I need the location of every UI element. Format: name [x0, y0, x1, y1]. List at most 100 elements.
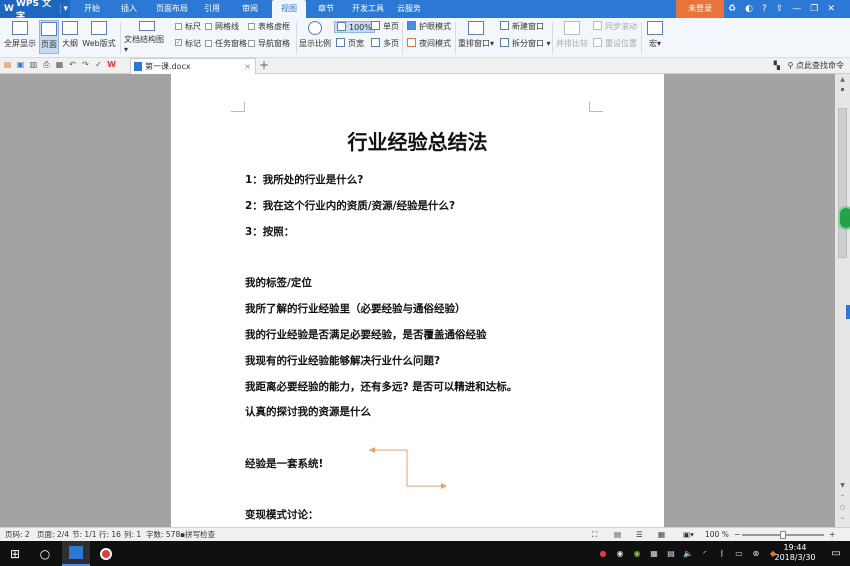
record-tray-icon[interactable]: ●	[598, 549, 608, 558]
help-icon[interactable]: ?	[762, 4, 767, 14]
fullscreen-button[interactable]: 全屏显示	[3, 20, 37, 54]
zoom-out-icon[interactable]: −	[734, 528, 740, 541]
vertical-scrollbar[interactable]: ▲ ▪ ▼ ⌃ ○ ⌄	[835, 74, 850, 527]
close-tab-icon[interactable]: ×	[244, 59, 251, 74]
scroll-down-icon[interactable]: ▼	[838, 482, 847, 490]
spellcheck-toggle[interactable]: ▪拼写检查	[180, 528, 215, 541]
scroll-thumb-top-icon[interactable]: ▪	[838, 86, 847, 94]
zoom-ratio-button[interactable]: 显示比例	[299, 20, 331, 54]
nav-pane-checkbox[interactable]: 导航窗格	[248, 38, 290, 49]
menu-bar: W WPS 文字 ▾ 开始 插入 页面布局 引用 审阅 视图 章节 开发工具 云…	[0, 0, 850, 22]
document-page[interactable]: 行业经验总结法 1：我所处的行业是什么? 2：我在这个行业内的资质/资源/经验是…	[171, 74, 664, 527]
new-window-button[interactable]: 新建窗口	[500, 21, 544, 32]
close-icon[interactable]: ✕	[827, 4, 835, 14]
gridlines-checkbox[interactable]: 网格线	[205, 21, 239, 32]
tab-insert[interactable]: 插入	[117, 0, 141, 18]
save-icon[interactable]: ▣	[16, 60, 25, 70]
page-width-button[interactable]: 页宽	[336, 38, 364, 49]
macro-button[interactable]: 宏▾	[645, 20, 665, 54]
zoom-slider-handle[interactable]	[780, 531, 786, 539]
minimize-icon[interactable]: —	[792, 4, 801, 14]
battery-icon[interactable]: ▭	[734, 549, 744, 558]
marks-checkbox[interactable]: 标记	[175, 38, 201, 49]
wps-taskbar-icon[interactable]	[62, 541, 90, 566]
outline-status-icon[interactable]: ☰	[636, 528, 643, 541]
connector-arrow[interactable]	[361, 442, 451, 492]
recorder-taskbar-icon[interactable]	[92, 541, 120, 566]
maximize-icon[interactable]: ❐	[810, 4, 818, 14]
document-tab[interactable]: 第一课.docx ×	[130, 58, 256, 74]
game-tray-icon[interactable]: ◉	[632, 549, 642, 558]
multi-page-button[interactable]: 多页	[371, 38, 399, 49]
zoom-in-icon[interactable]: +	[829, 528, 835, 541]
single-page-button[interactable]: 单页	[371, 21, 399, 32]
next-page-icon[interactable]: ⌄	[838, 514, 847, 522]
notification-icon[interactable]: ▭	[822, 541, 850, 566]
tab-review[interactable]: 审阅	[238, 0, 262, 18]
task-pane-checkbox[interactable]: 任务窗格	[205, 38, 247, 49]
open-folder-icon[interactable]: ▤	[3, 60, 12, 70]
split-window-button[interactable]: 拆分窗口 ▾	[500, 38, 551, 49]
tab-view[interactable]: 视图	[272, 0, 306, 18]
scroll-up-icon[interactable]: ▲	[838, 76, 847, 84]
chevron-down-icon[interactable]: ▾	[60, 4, 70, 14]
floating-assistant-icon[interactable]	[838, 206, 850, 230]
sync-scroll-button[interactable]: 同步滚动	[593, 21, 637, 32]
tab-chapter[interactable]: 章节	[314, 0, 338, 18]
taskbar-clock[interactable]: 19:44 2018/3/30	[770, 543, 820, 563]
login-button[interactable]: 未登录	[676, 0, 724, 18]
side-by-side-button[interactable]: 并排比较	[556, 20, 588, 54]
arrange-window-button[interactable]: 重排窗口▾	[458, 20, 494, 54]
notes-tray-icon[interactable]: ▤	[666, 549, 676, 558]
zoom-menu-icon[interactable]: ▣▾	[683, 528, 694, 541]
reset-position-button[interactable]: 重设位置	[593, 38, 637, 49]
side-panel-handle[interactable]	[846, 305, 850, 319]
tab-references[interactable]: 引用	[200, 0, 224, 18]
search-circle-icon[interactable]: ○	[30, 541, 60, 566]
tab-page-layout[interactable]: 页面布局	[153, 0, 191, 18]
format-painter-icon[interactable]: ✓	[94, 60, 103, 70]
windows-start-icon[interactable]: ⊞	[0, 541, 30, 566]
doc-structure-button[interactable]: 文档结构图 ▾	[124, 20, 170, 54]
scroll-thumb[interactable]	[838, 108, 847, 258]
save-as-icon[interactable]: ▥	[29, 60, 38, 70]
zoom-level[interactable]: 100 %	[705, 528, 729, 541]
ruler-checkbox[interactable]: 标尺	[175, 21, 201, 32]
tab-cloud[interactable]: 云服务	[394, 0, 424, 18]
night-mode-button[interactable]: 夜间模式	[407, 38, 451, 49]
pin-icon[interactable]: ▚	[774, 61, 780, 70]
skin-icon[interactable]: ♻	[728, 4, 736, 14]
network-tray-icon[interactable]: ▦	[649, 549, 659, 558]
eye-mode-button[interactable]: 护眼模式	[407, 21, 451, 32]
zoom-100-button[interactable]: 100%	[334, 21, 375, 33]
undo-icon[interactable]: ↶	[68, 60, 77, 70]
bluetooth-icon[interactable]: ᛒ	[717, 549, 727, 558]
wps-w-icon[interactable]: W	[107, 60, 116, 70]
page-view-status-icon[interactable]: ▤	[614, 528, 621, 541]
tab-developer[interactable]: 开发工具	[350, 0, 386, 18]
margin-corner-mark	[589, 102, 603, 112]
volume-icon[interactable]: 🔈	[683, 549, 693, 558]
status-word-count[interactable]: 字数: 578	[146, 528, 180, 541]
doc-structure-icon	[139, 21, 155, 31]
prev-page-icon[interactable]: ⌃	[838, 494, 847, 502]
app-menu-button[interactable]: W WPS 文字 ▾	[0, 0, 70, 22]
print-preview-icon[interactable]: ▦	[55, 60, 64, 70]
user-icon[interactable]: ◐	[745, 4, 753, 14]
redo-icon[interactable]: ↷	[81, 60, 90, 70]
fullscreen-status-icon[interactable]: ⛶	[592, 528, 597, 541]
web-view-button[interactable]: Web版式	[82, 20, 116, 54]
browse-object-icon[interactable]: ○	[838, 504, 847, 512]
app-tray-icon[interactable]: ◉	[615, 549, 625, 558]
wifi-icon[interactable]: ◜	[700, 549, 710, 558]
page-view-button[interactable]: 页面	[39, 20, 59, 54]
print-icon[interactable]: ⎙	[42, 60, 51, 70]
restore-ribbon-icon[interactable]: ⇪	[776, 4, 784, 14]
outline-view-button[interactable]: 大纲	[61, 20, 79, 54]
search-command[interactable]: ▚ ⚲ 点此查找命令	[774, 58, 844, 74]
table-gridlines-checkbox[interactable]: 表格虚框	[248, 21, 290, 32]
close-circle-tray-icon[interactable]: ⊗	[751, 549, 761, 558]
tab-home[interactable]: 开始	[80, 0, 104, 18]
new-tab-button[interactable]: +	[259, 58, 269, 73]
web-view-status-icon[interactable]: ▦	[658, 528, 665, 541]
